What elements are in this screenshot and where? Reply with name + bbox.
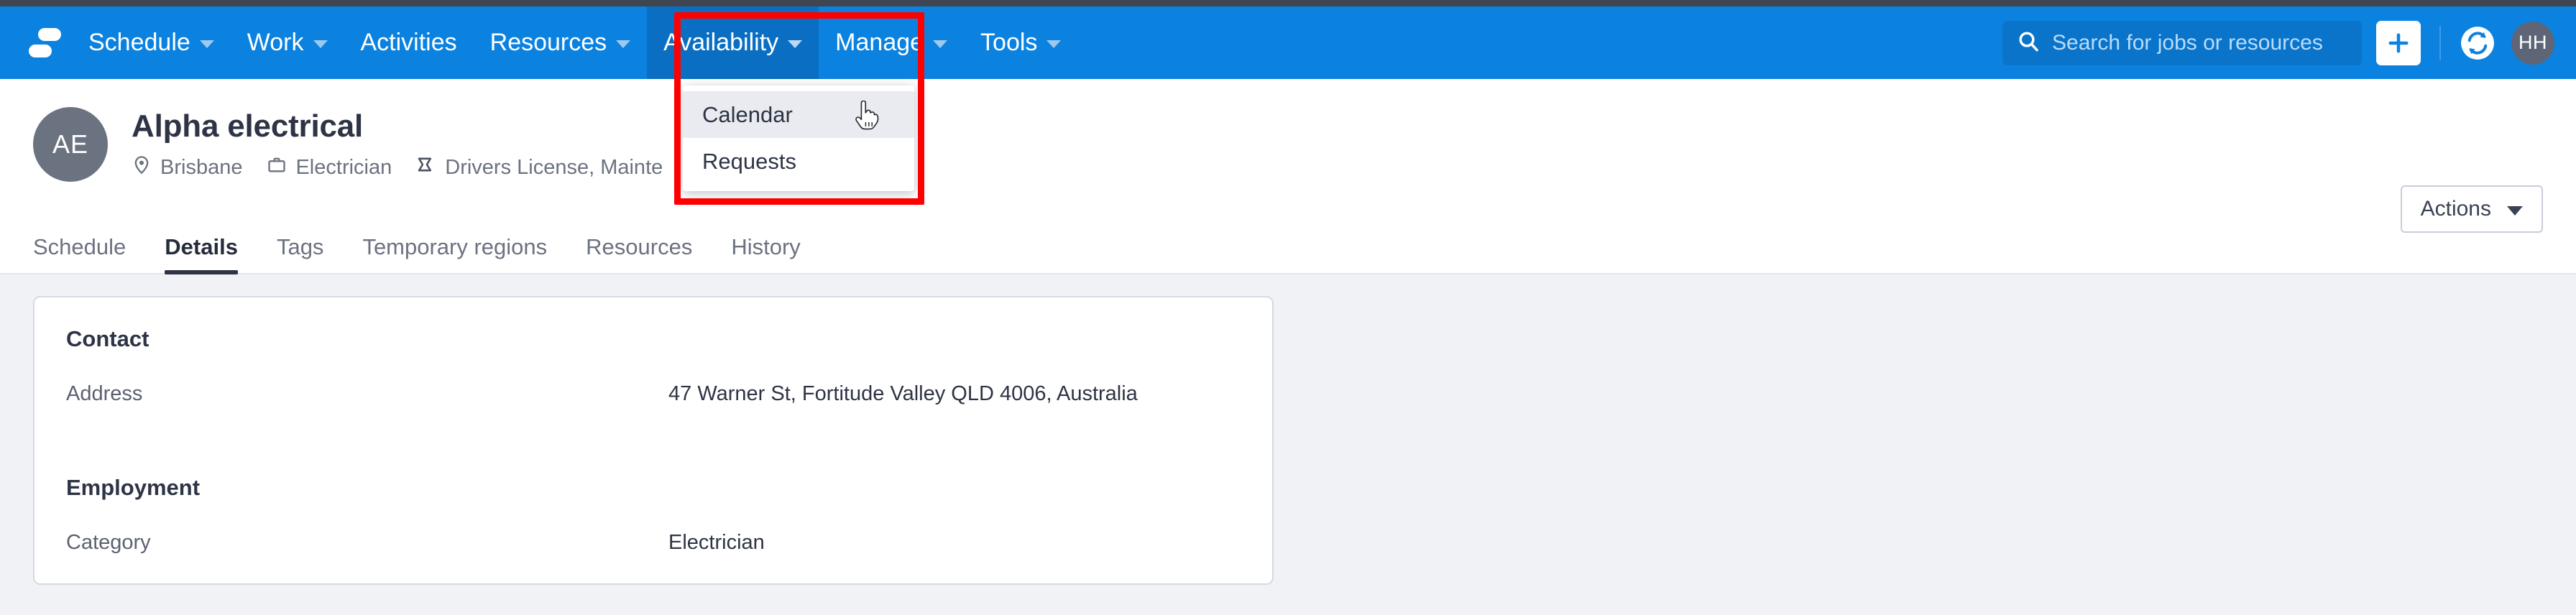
search-placeholder-text: Search for jobs or resources [2052,30,2323,55]
search-icon [2017,29,2040,56]
tab-label: Tags [276,234,324,259]
field-row-category: Category Electrician [66,531,1241,555]
chevron-down-icon [313,40,328,48]
plus-icon [2388,33,2409,52]
actions-button[interactable]: Actions [2400,185,2543,233]
navbar-divider [2439,25,2441,60]
chevron-down-icon [616,40,631,48]
tab-schedule[interactable]: Schedule [33,234,126,273]
details-card: Contact Address 47 Warner St, Fortitude … [33,296,1274,585]
field-label: Address [66,382,143,405]
create-new-button[interactable] [2376,20,2421,65]
dropdown-item-requests[interactable]: Requests [683,138,914,185]
section-title-contact: Contact [66,326,150,351]
main-content: Contact Address 47 Warner St, Fortitude … [0,274,2576,592]
nav-item-label: Manage [835,29,924,56]
dropdown-item-label: Requests [702,148,796,174]
field-value: 47 Warner St, Fortitude Valley QLD 4006,… [668,382,1138,405]
search-input[interactable]: Search for jobs or resources [2002,20,2362,65]
tab-tags[interactable]: Tags [277,234,323,273]
skedulo-logo-icon [29,27,62,59]
chevron-down-icon [788,40,803,48]
chevron-down-icon [933,40,948,48]
nav-item-activities[interactable]: Activities [344,6,474,79]
nav-item-label: Resources [489,29,607,56]
nav-item-schedule[interactable]: Schedule [72,6,231,79]
resource-avatar: AE [33,107,108,182]
meta-item-tags: Drivers License, Mainte [416,154,663,180]
section-title-employment: Employment [66,475,201,500]
dropdown-item-label: Calendar [702,101,793,127]
navbar-items: Schedule Work Activities Resources Avail… [72,6,1077,79]
nav-item-label: Tools [980,29,1038,56]
user-avatar[interactable]: HH [2511,21,2554,65]
sync-icon [2461,26,2494,60]
browser-top-strip [0,0,2576,6]
location-pin-icon [132,154,152,180]
main-navbar: Schedule Work Activities Resources Avail… [0,6,2576,205]
field-label: Category [66,531,151,554]
tab-label: Schedule [33,234,126,259]
field-row-address: Address 47 Warner St, Fortitude Valley Q… [66,382,1241,406]
meta-item-category: Electrician [267,154,392,180]
availability-dropdown-menu: Calendar Requests [683,85,914,191]
dropdown-item-calendar[interactable]: Calendar [683,91,914,138]
tab-label: History [731,234,801,259]
app-logo[interactable] [19,6,72,79]
field-value: Electrician [668,531,765,554]
meta-label: Drivers License, Mainte [445,155,663,179]
meta-item-region: Brisbane [132,154,242,180]
resource-profile-info: Alpha electrical Brisbane Electrician Dr… [132,103,687,180]
tab-label: Resources [586,234,693,259]
tab-history[interactable]: History [731,234,800,273]
tab-details[interactable]: Details [165,234,238,274]
meta-label: Electrician [295,155,392,179]
briefcase-icon [267,154,287,180]
nav-item-label: Schedule [88,29,190,56]
nav-item-label: Availability [663,29,779,56]
chevron-down-icon [2507,205,2523,216]
sync-button[interactable] [2460,25,2496,61]
nav-item-resources[interactable]: Resources [474,6,648,79]
page-title: Alpha electrical [132,108,364,144]
resource-profile-header: AE Alpha electrical Brisbane Electrician… [0,79,2576,233]
tab-resources[interactable]: Resources [586,234,692,273]
chevron-down-icon [1046,40,1062,48]
tab-temporary-regions[interactable]: Temporary regions [362,234,547,273]
nav-item-tools[interactable]: Tools [964,6,1077,79]
tab-label: Details [165,234,238,259]
resource-meta-row: Brisbane Electrician Drivers License, Ma… [132,154,687,180]
navbar-right-group: Search for jobs or resources HH [2002,6,2554,79]
tab-label: Temporary regions [362,234,548,259]
mouse-cursor-icon [852,100,880,132]
nav-item-label: Work [247,29,304,56]
tag-icon [416,154,436,180]
meta-label: Brisbane [160,155,243,179]
nav-item-label: Activities [360,29,457,56]
nav-item-manage[interactable]: Manage [819,6,964,79]
nav-item-availability[interactable]: Availability [647,6,819,79]
chevron-down-icon [199,40,214,48]
nav-item-work[interactable]: Work [231,6,344,79]
page-body: AE Alpha electrical Brisbane Electrician… [0,79,2576,592]
resource-tabs: Schedule Details Tags Temporary regions … [0,217,2576,274]
actions-button-label: Actions [2420,197,2491,221]
